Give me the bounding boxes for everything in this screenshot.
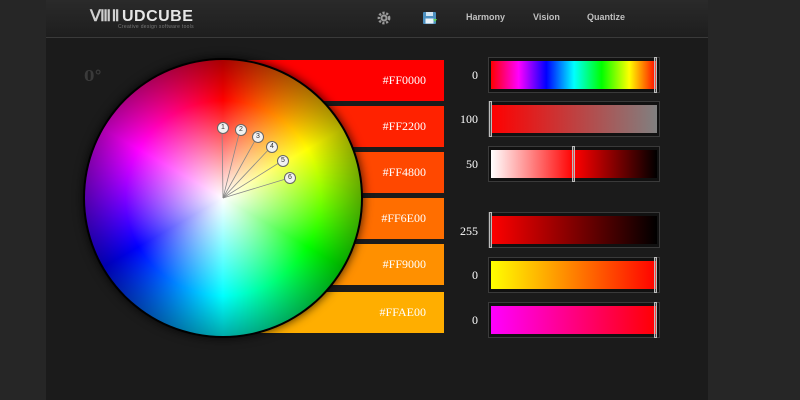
swatch-hex: #FF9000 [382, 257, 426, 271]
blue-value: 0 [472, 313, 478, 327]
logo-text: UDCUBE [121, 8, 194, 25]
harmony-handle-6[interactable]: 6 [284, 172, 296, 184]
gear-icon[interactable] [375, 9, 393, 27]
nav-vision[interactable]: Vision [533, 12, 560, 22]
harmony-lines [221, 127, 290, 199]
left-margin [0, 0, 46, 400]
swatch-hex: #FFAE00 [379, 305, 426, 319]
hue-track [491, 61, 657, 89]
red-value: 255 [460, 224, 478, 238]
saturation-slider[interactable] [488, 101, 660, 137]
logo-tagline: Creative design software tools [118, 24, 194, 30]
red-thumb[interactable] [489, 212, 492, 248]
blue-thumb[interactable] [654, 302, 657, 338]
hue-slider[interactable] [488, 57, 660, 93]
swatch-hex: #FF4800 [382, 165, 426, 179]
saturation-value: 100 [460, 112, 478, 126]
swatch-hex: #FF6E00 [381, 211, 426, 225]
swatch-hex: #FF0000 [382, 73, 426, 87]
logo[interactable]: ⅧⅡ UDCUBE [90, 6, 193, 26]
green-thumb[interactable] [654, 257, 657, 293]
red-track [491, 216, 657, 244]
nav-harmony[interactable]: Harmony [466, 12, 505, 22]
saturation-track [491, 105, 657, 133]
right-margin [708, 0, 800, 400]
logo-mark-icon: ⅧⅡ [90, 8, 120, 25]
hue-value: 0 [472, 68, 478, 82]
nav-quantize[interactable]: Quantize [587, 12, 625, 22]
harmony-handle-2[interactable]: 2 [235, 124, 247, 136]
harmony-handle-3[interactable]: 3 [252, 131, 264, 143]
blue-track [491, 306, 657, 334]
red-slider[interactable] [488, 212, 660, 248]
green-slider[interactable] [488, 257, 660, 293]
save-icon[interactable] [421, 9, 439, 27]
green-value: 0 [472, 268, 478, 282]
saturation-thumb[interactable] [489, 101, 492, 137]
hue-thumb[interactable] [654, 57, 657, 93]
green-track [491, 261, 657, 289]
harmony-handle-1[interactable]: 1 [217, 122, 229, 134]
lightness-slider[interactable] [488, 146, 660, 182]
lightness-thumb[interactable] [572, 146, 575, 182]
harmony-handle-5[interactable]: 5 [277, 155, 289, 167]
lightness-value: 50 [466, 157, 478, 171]
blue-slider[interactable] [488, 302, 660, 338]
harmony-handle-4[interactable]: 4 [266, 141, 278, 153]
swatch-hex: #FF2200 [382, 119, 426, 133]
